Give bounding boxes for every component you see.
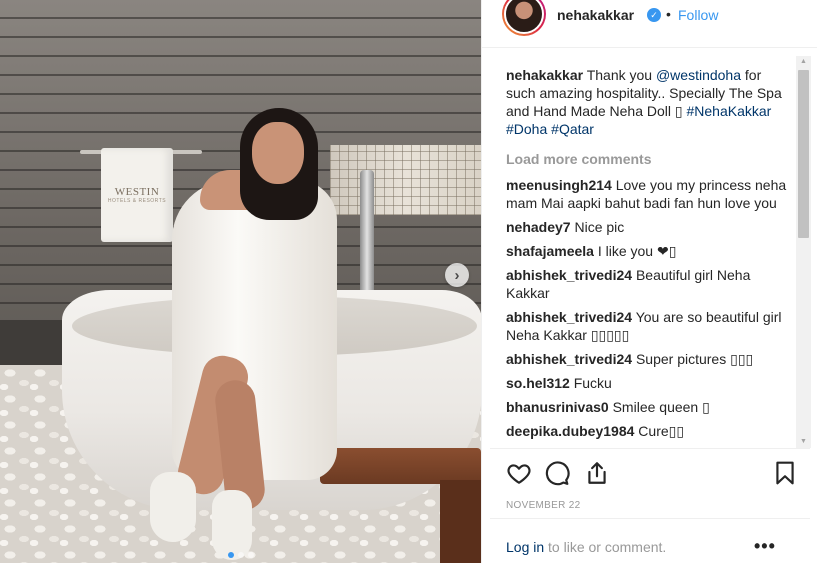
comment-text: I like you ❤▯ [597, 243, 677, 259]
hashtag-link[interactable]: #Qatar [551, 121, 594, 137]
caption-emoji: ▯ [674, 103, 683, 119]
comment-item: nehadey7 Nice pic [506, 218, 788, 236]
login-link[interactable]: Log in [506, 539, 544, 555]
comment-username[interactable]: shafajameela [506, 243, 594, 259]
comment-username[interactable]: abhishek_trivedi24 [506, 351, 632, 367]
load-more-comments-button[interactable]: Load more comments [506, 150, 788, 168]
comment-text: Nice pic [574, 219, 625, 235]
chevron-right-icon: › [454, 266, 460, 284]
follow-button[interactable]: Follow [678, 7, 718, 23]
carousel-next-button[interactable]: › [445, 263, 469, 287]
hashtag-link[interactable]: #Doha [506, 121, 547, 137]
comment-username[interactable]: meenusingh214 [506, 177, 612, 193]
scroll-up-arrow-icon[interactable]: ▲ [796, 56, 811, 68]
save-button[interactable] [772, 460, 798, 486]
wooden-bench-leg [440, 480, 481, 563]
bookmark-icon [776, 461, 794, 485]
avatar [504, 0, 544, 34]
comment-username[interactable]: abhishek_trivedi24 [506, 309, 632, 325]
comment-item: bhanusrinivas0 Smilee queen ▯ [506, 398, 788, 416]
author-username[interactable]: nehakakkar [557, 7, 634, 23]
comment-text: Cure▯▯ [638, 423, 685, 439]
like-button[interactable] [506, 460, 532, 486]
carousel-indicator [0, 552, 481, 558]
carousel-dot [247, 552, 254, 558]
post-side-panel: nehakakkar ✓ • Follow nehakakkar Thank y… [481, 0, 817, 563]
post-photo[interactable]: WESTIN HOTELS & RESORTS › [0, 0, 481, 563]
caption-text: Thank you [583, 67, 656, 83]
scroll-down-arrow-icon[interactable]: ▼ [796, 436, 811, 448]
comment-item: shafajameela I like you ❤▯ [506, 242, 788, 260]
comment-item: abhishek_trivedi24 Super pictures ▯▯▯ [506, 350, 788, 368]
comment-item: abhishek_trivedi24 You are so beautiful … [506, 308, 788, 344]
comment-item: abhishek_trivedi24 Beautiful girl Neha K… [506, 266, 788, 302]
comment-username[interactable]: so.hel312 [506, 375, 570, 391]
instagram-post: WESTIN HOTELS & RESORTS › nehakakkar ✓ •… [0, 0, 817, 563]
comment-text: Super pictures ▯▯▯ [635, 351, 754, 367]
comment-username[interactable]: abhishek_trivedi24 [506, 267, 632, 283]
comments-scrollbar[interactable]: ▲ ▼ [796, 56, 811, 448]
slipper [150, 472, 196, 542]
comment-button[interactable] [544, 460, 570, 486]
comment-items: meenusingh214 Love you my princess neha … [506, 176, 788, 440]
post-caption: nehakakkar Thank you @westindoha for suc… [506, 66, 788, 138]
comment-username[interactable]: nehadey7 [506, 219, 571, 235]
comment-username[interactable]: deepika.dubey1984 [506, 423, 634, 439]
carousel-dot [237, 552, 244, 558]
person-in-robe [150, 100, 370, 563]
header-separator: • [666, 6, 671, 22]
comment-item: deepika.dubey1984 Cure▯▯ [506, 422, 788, 440]
caption-username[interactable]: nehakakkar [506, 67, 583, 83]
heart-icon [507, 464, 531, 484]
face [252, 122, 304, 184]
login-prompt-text: to like or comment. [544, 539, 667, 555]
share-icon [588, 462, 606, 484]
comment-username[interactable]: bhanusrinivas0 [506, 399, 609, 415]
carousel-dot [227, 552, 234, 558]
comment-item: so.hel312 Fucku [506, 374, 788, 392]
post-date: NOVEMBER 22 [506, 500, 581, 511]
more-options-button[interactable]: ••• [754, 536, 776, 557]
share-button[interactable] [584, 460, 610, 486]
divider [490, 518, 810, 519]
comment-text: Fucku [573, 375, 612, 391]
comment-text: Smilee queen ▯ [612, 399, 710, 415]
hashtag-link[interactable]: #NehaKakkar [687, 103, 772, 119]
verified-icon: ✓ [647, 8, 661, 22]
divider [482, 47, 817, 48]
comments-list[interactable]: nehakakkar Thank you @westindoha for suc… [506, 66, 788, 450]
caption-mention-link[interactable]: @westindoha [656, 67, 741, 83]
login-prompt: Log in to like or comment. [506, 539, 666, 555]
scrollbar-thumb[interactable] [798, 70, 809, 238]
comment-bubble-icon [545, 461, 570, 486]
divider [490, 448, 810, 449]
avatar-story-ring[interactable] [502, 0, 546, 36]
comment-item: meenusingh214 Love you my princess neha … [506, 176, 788, 212]
slipper [212, 490, 252, 560]
